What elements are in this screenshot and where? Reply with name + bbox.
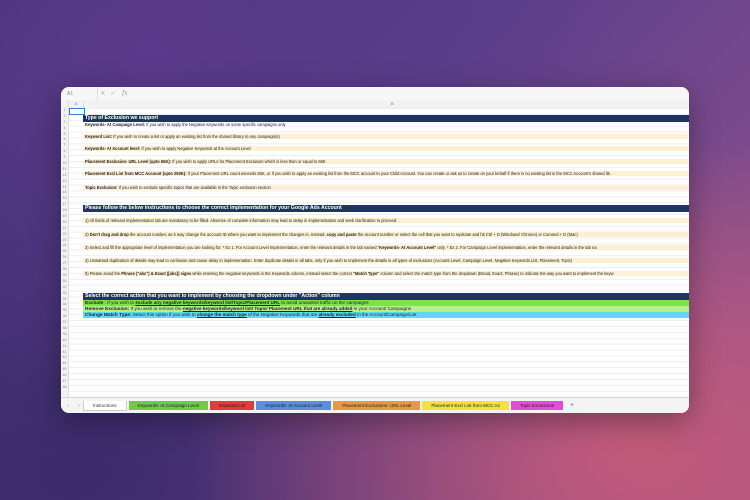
exclusion-type-desc: If you wish to apply Negative Keywords a…: [140, 146, 251, 151]
exclusion-type-label: Keywords- At Campaign Level:: [85, 122, 146, 127]
selected-cell[interactable]: [69, 108, 85, 115]
sheet-tab[interactable]: Topic Exclusions: [511, 401, 563, 410]
action-text: : If you wish to: [103, 300, 136, 305]
instruction-text: 5) Please avoid the: [85, 271, 122, 276]
action-text: of the Negative Keywords that are: [246, 312, 319, 317]
tab-scroll-left-icon[interactable]: ‹: [61, 403, 75, 409]
action-text: to avoid unwanted traffic on the campaig…: [280, 300, 369, 305]
instruction-row[interactable]: 4) Unwanted duplication of details may l…: [83, 258, 689, 264]
exclusion-type-row[interactable]: Placement Exclusion- URL Level (upto 65K…: [83, 159, 689, 165]
action-label: Change Match Type:: [85, 313, 132, 318]
exclusion-type-row[interactable]: Placement Excl List from MCC Account (up…: [83, 171, 689, 177]
exclusion-type-row[interactable]: Keywords- At Account level: If you wish …: [83, 146, 689, 152]
row-number[interactable]: 48: [61, 385, 68, 391]
sheet-tab[interactable]: Keyword List: [210, 401, 255, 410]
exclusion-type-row[interactable]: Keywords- At Campaign Level: If you wish…: [83, 122, 689, 127]
check-icon[interactable]: ✓: [108, 90, 118, 97]
row-headers: 1 2 3 4 5 6 7 8 9 10 11 12 13 14 15 16 17 18 19 20 21 22 23 24 2…: [61, 108, 69, 398]
column-header-b[interactable]: B: [391, 101, 394, 106]
instruction-text: while entering the negative keywords in …: [191, 271, 354, 276]
add-sheet-icon[interactable]: +: [565, 402, 579, 409]
action-emphasis: exclude any negative keywords/keyword li…: [135, 300, 280, 305]
sheet-tab[interactable]: Instructions: [83, 400, 127, 411]
exclusion-type-desc: If you wish to create a list or apply an…: [112, 134, 280, 139]
instruction-emphasis: Keywords- At Account Level": [379, 245, 437, 250]
exclusion-type-desc: If you wish to apply URLs for Placement …: [171, 159, 326, 164]
exclusion-type-desc: If you wish to exclude specific topics t…: [117, 185, 271, 190]
select-all-corner[interactable]: [61, 100, 69, 108]
instruction-row[interactable]: 5) Please avoid the Phrase ("abc") & Exa…: [83, 271, 689, 277]
name-box[interactable]: A1: [61, 87, 98, 100]
exclusion-type-label: Keyword List:: [85, 134, 113, 139]
instruction-text: 3) Select and fill the appropriate level…: [85, 245, 380, 250]
sheet-tab-bar: ‹ › Instructions Keywords- At Campaign Le…: [61, 397, 689, 413]
instruction-emphasis: "Match Type": [353, 271, 380, 276]
exclusion-type-label: Keywords- At Account level:: [85, 146, 141, 151]
instruction-text: the account number, as it may change the…: [128, 232, 327, 237]
instruction-emphasis: Don't drag and drop: [89, 232, 129, 237]
spreadsheet-window: A1 ✕ ✓ fx A B 1 2 3 4 5 6 7 8 9 10 11 12 13 14 15 16 17 1…: [61, 87, 689, 413]
sheet-tab[interactable]: Placement Exclusions- URL Level: [333, 401, 421, 410]
instruction-emphasis: Phrase ("abc") & Exact ([abc]) signs: [121, 271, 192, 276]
action-text: in the Account/Campaign/List: [355, 312, 417, 317]
sheet-tab[interactable]: Placement Excl List from MCC Ac: [422, 401, 510, 410]
exclusion-type-label: Topic Exclusion:: [85, 185, 118, 190]
instruction-emphasis: copy and paste: [326, 232, 357, 237]
exclusion-type-label: Placement Excl List from MCC Account (up…: [85, 171, 187, 176]
fx-icon: fx: [122, 90, 128, 97]
action-row-change-match-type[interactable]: Change Match Type: Select this option if…: [83, 312, 689, 318]
exclusion-type-desc: If your Placement URL count exceeds 65K,…: [186, 171, 610, 176]
tab-scroll-right-icon[interactable]: ›: [75, 403, 83, 409]
instruction-row[interactable]: 3) Select and fill the appropriate level…: [83, 245, 689, 251]
action-text: Select this option if you wish to: [131, 312, 197, 317]
sheet-tab[interactable]: Keywords- At Campaign Level: [128, 401, 209, 410]
exclusion-type-row[interactable]: Keyword List: If you wish to create a li…: [83, 134, 689, 140]
cancel-icon[interactable]: ✕: [98, 90, 108, 97]
action-emphasis: already excluded: [318, 312, 356, 317]
action-emphasis: negative keywords/keyword list/ Topic/ P…: [182, 306, 353, 311]
sheet-tabs: Instructions Keywords- At Campaign Level K…: [83, 400, 565, 411]
cell-grid[interactable]: [69, 108, 689, 398]
section-title-exclusion-types: Type of Exclusion we support: [83, 115, 689, 122]
action-text: in your Account/ Campaigns: [352, 306, 411, 311]
sheet-tab[interactable]: Keywords- At Account Level: [256, 401, 332, 410]
instruction-text: only. * Ex 2. For Campaign Level impleme…: [436, 245, 597, 250]
exclusion-type-row[interactable]: Topic Exclusion: If you wish to exclude …: [83, 185, 689, 191]
exclusion-type-label: Placement Exclusion- URL Level (upto 65K…: [85, 159, 172, 164]
action-emphasis: change the match type: [196, 312, 247, 317]
formula-input[interactable]: [132, 87, 689, 100]
instruction-text: the account number or select the cell th…: [356, 232, 578, 237]
column-header-a[interactable]: A: [69, 101, 84, 108]
instruction-row[interactable]: 2) Don't drag and drop the account numbe…: [83, 232, 689, 238]
instruction-text: column and select the match type from th…: [379, 271, 614, 276]
section-title-instructions: Please follow the below instructions to …: [83, 205, 689, 212]
instruction-row[interactable]: 1) All fields of relevant implementation…: [83, 218, 689, 224]
action-text: If you wish to remove the: [129, 306, 183, 311]
section-title-actions: Select the correct action that you want …: [83, 293, 689, 300]
exclusion-type-desc: If you wish to apply the Negative Keywor…: [145, 122, 286, 127]
formula-bar: A1 ✕ ✓ fx: [61, 87, 689, 101]
